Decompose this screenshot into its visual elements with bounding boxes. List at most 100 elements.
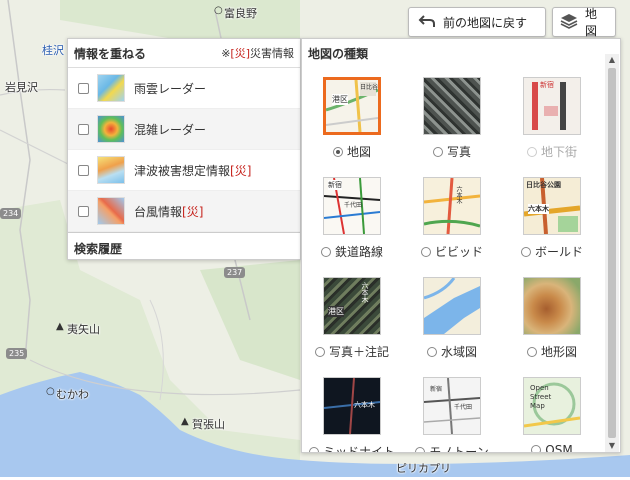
radio-button[interactable] xyxy=(320,246,331,257)
radio-button xyxy=(526,146,537,157)
thumb-text-roppongi: 六本木 xyxy=(361,282,369,303)
radio-button[interactable] xyxy=(308,446,319,452)
map-type-option-terrain[interactable]: 地形図 xyxy=(502,267,602,367)
map-type-thumbnail-railway: 新宿 千代田 xyxy=(323,177,381,235)
map-type-option-photo-annotated[interactable]: 港区 六本木 写真＋注記 xyxy=(302,267,402,367)
map-type-label: 鉄道路線 xyxy=(302,243,402,260)
layers-icon xyxy=(560,13,578,32)
rain-radar-thumbnail xyxy=(97,74,125,102)
place-dot-icon: ○ xyxy=(214,5,223,16)
map-type-thumbnail-monotone: 新宿 千代田 xyxy=(423,377,481,435)
thumb-text-shinjuku: 新宿 xyxy=(540,81,554,89)
radio-button[interactable] xyxy=(526,346,537,357)
map-type-label: 地下街 xyxy=(502,143,602,160)
route-shield-235: 235 xyxy=(6,348,28,359)
map-type-button-label: 地図 xyxy=(585,7,598,38)
scroll-down-arrow-icon[interactable]: ▼ xyxy=(605,440,619,452)
radio-button[interactable] xyxy=(314,346,325,357)
thumb-text-shinjuku: 新宿 xyxy=(430,386,443,393)
layer-row-tsunami-info[interactable]: 津波被害想定情報 [災] xyxy=(68,150,300,191)
map-type-thumbnail-osm: Open Street Map xyxy=(523,377,581,435)
layer-row-rain-radar[interactable]: 雨雲レーダー xyxy=(68,68,300,109)
map-type-option-standard[interactable]: 港区 日比谷 地図 xyxy=(302,67,402,167)
radio-button[interactable] xyxy=(531,445,542,452)
radio-button[interactable] xyxy=(520,246,531,257)
map-type-label: OSM xyxy=(502,443,602,453)
map-type-name: 写真＋注記 xyxy=(328,345,389,359)
place-label-iyami: 夷矢山 xyxy=(67,323,100,336)
map-type-scrollbar[interactable]: ▲ ▼ xyxy=(605,54,619,452)
map-type-name: 鉄道路線 xyxy=(334,245,383,259)
layer-label: 雨雲レーダー xyxy=(134,81,207,96)
thumb-text-hibiya: 日比谷 xyxy=(360,84,379,91)
route-shield-234: 234 xyxy=(0,208,22,219)
thumb-text-osm-1: Open xyxy=(530,384,549,392)
map-type-thumbnail-standard: 港区 日比谷 xyxy=(323,77,381,135)
place-label-biratori: ピリカプリ xyxy=(396,462,451,475)
overlay-panel-header: 情報を重ねる ※[災]災害情報 xyxy=(68,39,300,68)
map-type-thumbnail-midnight: 六本木 xyxy=(323,377,381,435)
place-label-katsurazawa: 桂沢 xyxy=(42,44,64,57)
layer-checkbox[interactable] xyxy=(78,164,89,176)
map-type-label: ビビッド xyxy=(402,243,502,260)
mountain-icon: ▲ xyxy=(56,321,64,332)
map-type-name: ミッドナイト xyxy=(322,445,395,453)
search-history-link[interactable]: 検索履歴 xyxy=(68,232,300,263)
map-type-thumbnail-terrain xyxy=(523,277,581,335)
map-type-button[interactable]: 地図 xyxy=(552,7,616,38)
map-type-label: ボールド xyxy=(502,243,602,260)
map-type-option-photo[interactable]: 写真 xyxy=(402,67,502,167)
map-type-label: 地形図 xyxy=(502,343,602,360)
scrollbar-thumb[interactable] xyxy=(608,68,616,438)
place-label-kacho: 賀張山 xyxy=(192,418,225,431)
map-type-name: 地形図 xyxy=(540,345,577,359)
overlay-info-panel: 情報を重ねる ※[災]災害情報 雨雲レーダー 混雑レーダー 津波被害想定情報 [災… xyxy=(67,38,301,260)
map-type-option-railway[interactable]: 新宿 千代田 鉄道路線 xyxy=(302,167,402,267)
thumb-text-roppongi: 六本木 xyxy=(455,186,462,204)
back-to-previous-map-button[interactable]: 前の地図に戻す xyxy=(408,7,546,37)
map-type-name: 写真 xyxy=(446,145,471,159)
radio-button[interactable] xyxy=(415,446,426,452)
radio-button[interactable] xyxy=(432,146,443,157)
note-suffix: 災害情報 xyxy=(250,47,294,60)
map-type-label: ミッドナイト xyxy=(302,443,402,453)
map-type-name: モノトーン xyxy=(429,445,489,453)
thumb-text-chiyoda: 千代田 xyxy=(454,404,473,411)
disaster-tag: [災] xyxy=(230,163,252,178)
scroll-up-arrow-icon[interactable]: ▲ xyxy=(605,54,619,66)
map-type-option-water[interactable]: 水域図 xyxy=(402,267,502,367)
map-type-thumbnail-bold: 日比谷公園 六本木 xyxy=(523,177,581,235)
undo-arrow-icon xyxy=(418,14,436,31)
map-type-option-underground: 新宿 地下街 xyxy=(502,67,602,167)
layer-row-congestion-radar[interactable]: 混雑レーダー xyxy=(68,109,300,150)
map-type-thumbnail-photo xyxy=(423,77,481,135)
map-type-thumbnail-underground: 新宿 xyxy=(523,77,581,135)
map-type-thumbnail-water xyxy=(423,277,481,335)
layer-checkbox[interactable] xyxy=(78,82,89,94)
thumb-text-chiyoda: 千代田 xyxy=(344,202,363,209)
radio-button[interactable] xyxy=(420,246,431,257)
layer-checkbox[interactable] xyxy=(78,205,89,217)
thumb-text-minato: 港区 xyxy=(332,94,348,105)
map-type-name: ボールド xyxy=(534,245,583,259)
map-type-option-osm[interactable]: Open Street Map OSM xyxy=(502,367,602,453)
typhoon-info-thumbnail xyxy=(97,197,125,225)
place-label-mukawa: むかわ xyxy=(56,388,89,401)
layer-checkbox[interactable] xyxy=(78,123,89,135)
note-tag: [災] xyxy=(230,47,250,60)
map-type-option-vivid[interactable]: 六本木 ビビッド xyxy=(402,167,502,267)
layer-label: 台風情報 xyxy=(134,204,183,219)
radio-button[interactable] xyxy=(332,146,343,157)
map-type-name: OSM xyxy=(545,443,573,453)
thumb-text-hibiya-park: 日比谷公園 xyxy=(526,181,561,189)
map-type-name: 水域図 xyxy=(440,345,477,359)
map-type-option-monotone[interactable]: 新宿 千代田 モノトーン xyxy=(402,367,502,453)
radio-button[interactable] xyxy=(426,346,437,357)
layer-row-typhoon-info[interactable]: 台風情報 [災] xyxy=(68,191,300,232)
map-type-label: モノトーン xyxy=(402,443,502,453)
map-type-option-bold[interactable]: 日比谷公園 六本木 ボールド xyxy=(502,167,602,267)
map-type-option-midnight[interactable]: 六本木 ミッドナイト xyxy=(302,367,402,453)
mountain-icon: ▲ xyxy=(181,416,189,427)
place-label-iwamizawa: 岩見沢 xyxy=(5,81,38,94)
thumb-text-osm-2: Street xyxy=(530,393,552,401)
